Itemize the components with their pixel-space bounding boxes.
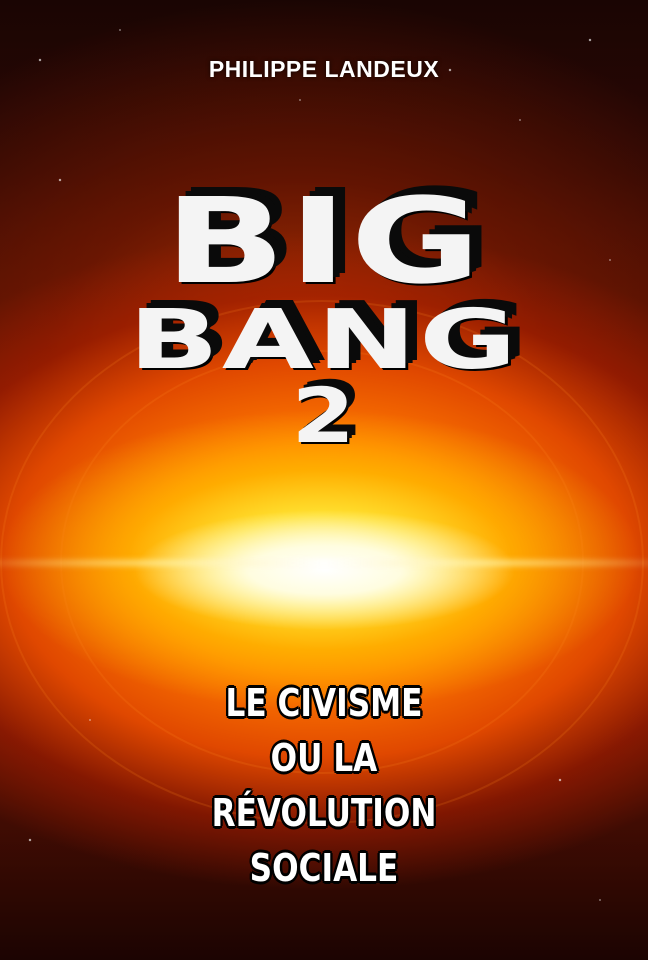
title-bang: BANG: [128, 293, 520, 388]
subtitle-line: LE CIVISME: [225, 681, 423, 725]
subtitle-line: OU LA: [270, 736, 378, 780]
title-number: 2: [291, 371, 355, 460]
book-cover: PHILIPPE LANDEUX BIG BANG 2 LE CIVISME O…: [0, 0, 648, 960]
title-big: BIG: [164, 172, 484, 310]
subtitle-line: RÉVOLUTION: [211, 791, 437, 835]
subtitle-line: SOCIALE: [249, 846, 399, 890]
explosion-flare: [0, 560, 648, 566]
subtitle: LE CIVISME OU LA RÉVOLUTION SOCIALE: [0, 676, 648, 896]
author-name: PHILIPPE LANDEUX: [208, 56, 440, 82]
